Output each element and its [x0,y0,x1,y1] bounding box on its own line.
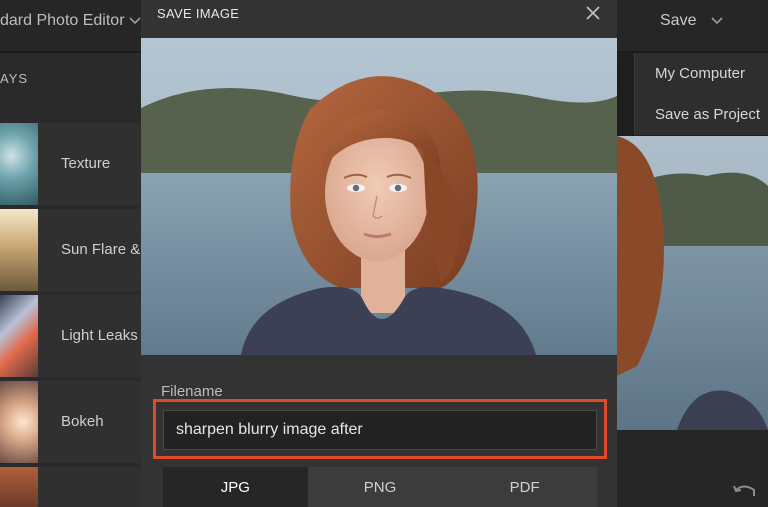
chevron-down-icon[interactable] [128,14,142,28]
overlay-thumbnail [0,295,38,377]
format-tab-jpg[interactable]: JPG [163,467,308,507]
sidebar-item-texture[interactable]: Texture [0,123,141,205]
canvas-photo-partial [617,136,768,430]
chevron-down-icon[interactable] [710,14,724,28]
sidebar-item-label: Light Leaks [61,327,138,344]
sidebar-item-next[interactable] [0,467,141,507]
sidebar-item-label: Bokeh [61,413,104,430]
filename-input[interactable] [163,410,597,450]
overlay-thumbnail [0,467,38,507]
sidebar-header: AYS [0,71,29,86]
sidebar-item-sun-flare[interactable]: Sun Flare & [0,209,141,291]
format-tabs: JPG PNG PDF [163,467,597,507]
format-tab-pdf[interactable]: PDF [452,467,597,507]
close-icon[interactable] [584,4,602,22]
overlay-thumbnail [0,381,38,463]
undo-icon[interactable] [732,482,758,500]
sidebar-item-light-leaks[interactable]: Light Leaks [0,295,141,377]
save-button[interactable]: Save [660,12,696,30]
sidebar-item-bokeh[interactable]: Bokeh [0,381,141,463]
save-dropdown-menu: My Computer Save as Project [634,53,768,135]
save-image-dialog: SAVE IMAGE Filename sharpen blurry image… [141,0,617,507]
sidebar-item-label: Texture [61,155,111,172]
format-tab-png[interactable]: PNG [308,467,453,507]
sidebar-item-label: Sun Flare & [61,241,141,258]
dialog-title: SAVE IMAGE [157,6,240,21]
overlays-sidebar: AYS Texture Sun Flare & Light Leaks Boke… [0,53,141,507]
overlay-thumbnail [0,123,38,205]
overlay-thumbnail [0,209,38,291]
app-title: dard Photo Editor [0,12,125,29]
menu-item-save-as-project[interactable]: Save as Project [655,106,760,123]
filename-label: Filename [161,383,223,400]
menu-item-my-computer[interactable]: My Computer [655,65,745,82]
image-preview [141,38,617,355]
